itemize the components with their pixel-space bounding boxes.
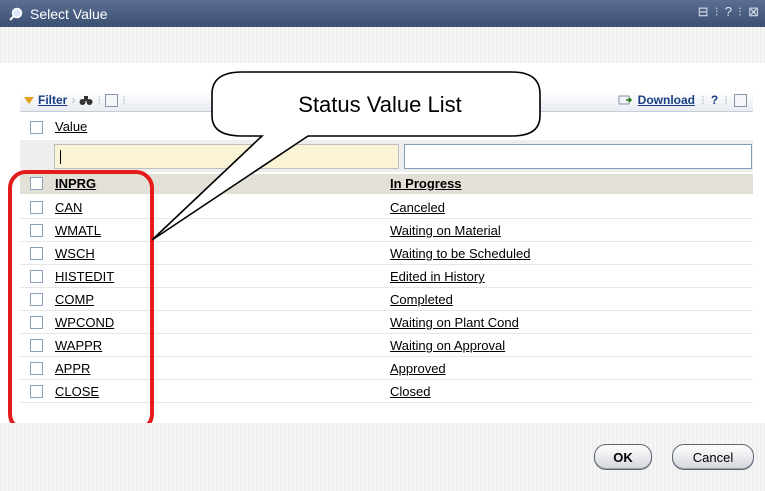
status-description-link[interactable]: Waiting on Plant Cond: [390, 315, 519, 330]
divider: ⁝: [97, 93, 102, 107]
select-all-checkbox[interactable]: [30, 121, 43, 134]
cancel-button[interactable]: Cancel: [672, 444, 754, 470]
filter-group: Filter › ⁝ ⁝: [20, 93, 126, 107]
dialog-title: Select Value: [30, 5, 108, 22]
status-description-link[interactable]: Waiting on Approval: [390, 338, 505, 353]
status-description-link[interactable]: Approved: [390, 361, 446, 376]
divider: ⁝: [122, 93, 126, 107]
download-icon[interactable]: [618, 94, 632, 106]
ok-button[interactable]: OK: [594, 444, 652, 470]
divider: ⁝: [737, 4, 743, 19]
download-link[interactable]: Download: [638, 93, 695, 107]
chevron-right-icon: ›: [71, 93, 76, 107]
help-icon[interactable]: ?: [725, 4, 732, 20]
table-settings-icon[interactable]: [734, 93, 747, 107]
callout-text: Status Value List: [298, 92, 462, 117]
status-description-link[interactable]: Canceled: [390, 200, 445, 215]
status-description-link[interactable]: In Progress: [390, 176, 462, 191]
divider: ⁝: [701, 93, 705, 107]
status-description-link[interactable]: Waiting on Material: [390, 223, 501, 238]
filter-toggle-icon[interactable]: [24, 96, 34, 104]
dialog-title-bar: Select Value ⊟ ⁝ ? ⁝ ⊠: [0, 0, 765, 27]
search-icon: [9, 7, 23, 21]
binoculars-icon[interactable]: [79, 94, 93, 106]
clear-filter-icon[interactable]: [105, 93, 119, 107]
status-codes-highlight: [8, 170, 154, 432]
status-description-link[interactable]: Completed: [390, 292, 453, 307]
title-controls: ⊟ ⁝ ? ⁝ ⊠: [698, 4, 759, 20]
text-cursor: [60, 150, 61, 164]
column-header-value[interactable]: Value: [55, 119, 87, 134]
status-description-link[interactable]: Waiting to be Scheduled: [390, 246, 530, 261]
table-help-icon[interactable]: ?: [711, 93, 718, 107]
status-description-link[interactable]: Closed: [390, 384, 430, 399]
dialog-header-area: [0, 27, 765, 63]
close-icon[interactable]: ⊠: [748, 4, 759, 20]
status-description-link[interactable]: Edited in History: [390, 269, 485, 284]
download-group: Download ⁝ ? ⁝: [618, 93, 747, 107]
filter-link[interactable]: Filter: [38, 93, 67, 107]
divider: ⁝: [714, 4, 719, 19]
divider: ⁝: [724, 93, 728, 107]
description-filter-input[interactable]: [404, 144, 752, 169]
value-filter-input[interactable]: [54, 144, 399, 169]
window-menu-icon[interactable]: ⊟: [698, 4, 709, 20]
